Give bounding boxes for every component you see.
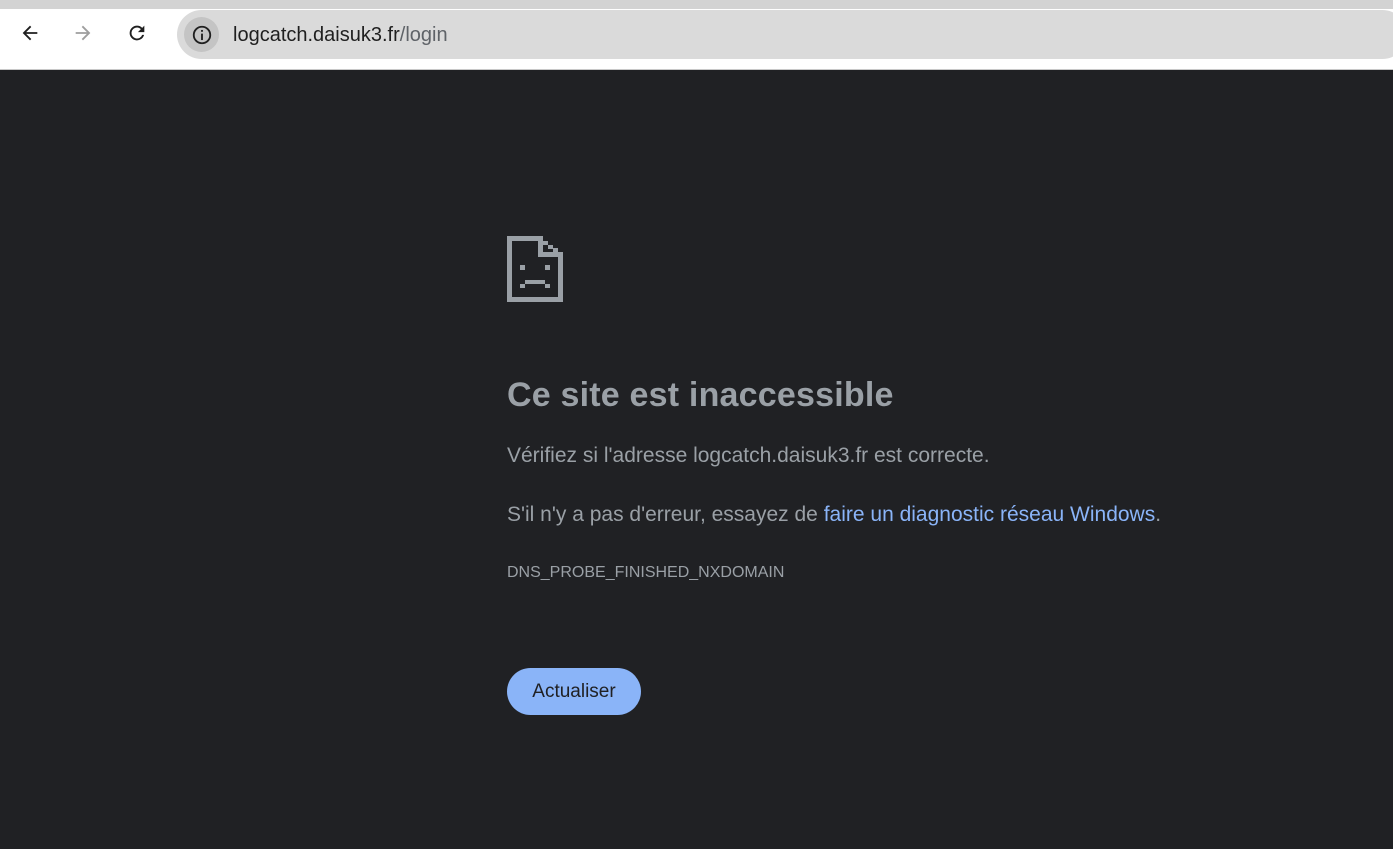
diagnostic-prefix: S'il n'y a pas d'erreur, essayez de <box>507 503 824 526</box>
reload-icon <box>129 25 145 41</box>
browser-toolbar: logcatch.daisuk3.fr/login <box>0 0 1393 70</box>
url-path: /login <box>399 24 448 46</box>
error-title: Ce site est inaccessible <box>507 376 894 414</box>
url-text[interactable]: logcatch.daisuk3.fr/login <box>233 23 448 47</box>
arrow-right-icon <box>75 25 91 41</box>
site-info-button[interactable] <box>184 17 219 52</box>
address-bar[interactable]: logcatch.daisuk3.fr/login <box>177 10 1393 59</box>
arrow-left-icon <box>22 25 38 41</box>
network-diagnostic-link[interactable]: faire un diagnostic réseau Windows <box>824 503 1156 526</box>
error-diagnostic-hint: S'il n'y a pas d'erreur, essayez de fair… <box>507 503 1161 527</box>
back-button[interactable] <box>12 15 48 51</box>
url-host: logcatch.daisuk3.fr <box>233 24 400 46</box>
reload-button[interactable] <box>119 15 155 51</box>
sad-document-icon <box>507 236 563 302</box>
info-icon <box>192 25 211 44</box>
reload-page-button[interactable]: Actualiser <box>507 668 641 715</box>
forward-button[interactable] <box>65 15 101 51</box>
error-code: DNS_PROBE_FINISHED_NXDOMAIN <box>507 564 785 581</box>
error-address-hint: Vérifiez si l'adresse logcatch.daisuk3.f… <box>507 444 990 467</box>
diagnostic-suffix: . <box>1155 503 1162 526</box>
